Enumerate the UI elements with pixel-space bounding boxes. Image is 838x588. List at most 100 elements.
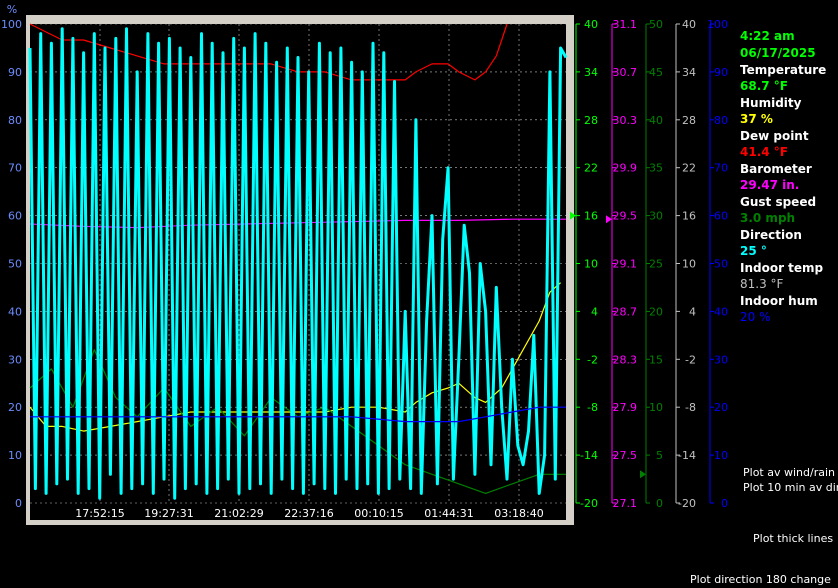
readout-time: 4:22 am	[740, 29, 795, 43]
indoor_temp-tick-label: 16	[682, 210, 696, 223]
temperature-tick-label: 10	[584, 258, 598, 271]
plot-10min-dir-option[interactable]: Plot 10 min av dir	[743, 481, 838, 494]
humidity-value: 37 %	[740, 112, 773, 126]
gust-tick-label: 25	[649, 258, 663, 271]
temperature-tick-label: 16	[584, 210, 598, 223]
direction-value: 25 °	[740, 244, 767, 258]
barometer-current-marker	[606, 215, 612, 224]
barometer-tick-label: 29.5	[613, 210, 638, 223]
plot-av-wind-option[interactable]: Plot av wind/rain	[743, 466, 835, 479]
gust-label: Gust speed	[740, 195, 817, 209]
x-tick-label: 00:10:15	[354, 507, 403, 520]
temperature-value: 68.7 °F	[740, 79, 788, 93]
gust-tick-label: 10	[649, 401, 663, 414]
percent-tick-label: 100	[1, 18, 22, 31]
indoor_hum-tick-label: 90	[714, 66, 728, 79]
gust-current-marker	[640, 470, 646, 479]
indoor-temp-label: Indoor temp	[740, 261, 824, 275]
indoor_temp-tick-label: -20	[678, 497, 696, 510]
indoor_hum-tick-label: 50	[714, 258, 728, 271]
barometer-tick-label: 29.1	[613, 258, 638, 271]
gust-tick-label: 30	[649, 210, 663, 223]
indoor-hum-value: 20 %	[740, 310, 771, 324]
readout-date: 06/17/2025	[740, 46, 816, 60]
barometer-value: 29.47 in.	[740, 178, 800, 192]
percent-tick-label: 40	[8, 305, 22, 318]
direction-label: Direction	[740, 228, 802, 242]
indoor_temp-tick-label: -2	[685, 353, 696, 366]
indoor_temp-tick-label: -14	[678, 449, 696, 462]
indoor_temp-tick-label: 34	[682, 66, 696, 79]
indoor_temp-tick-label: 28	[682, 114, 696, 127]
indoor_hum-tick-label: 100	[707, 18, 728, 31]
indoor_hum-tick-label: 80	[714, 114, 728, 127]
barometer-tick-label: 29.9	[613, 162, 638, 175]
indoor_hum-tick-label: 10	[714, 449, 728, 462]
indoor_hum-tick-label: 40	[714, 305, 728, 318]
percent-tick-label: 0	[15, 497, 22, 510]
indoor_hum-tick-label: 30	[714, 353, 728, 366]
percent-tick-label: 60	[8, 210, 22, 223]
gust-tick-label: 45	[649, 66, 663, 79]
percent-tick-label: 20	[8, 401, 22, 414]
gust-tick-label: 20	[649, 305, 663, 318]
percent-tick-label: 90	[8, 66, 22, 79]
humidity-label: Humidity	[740, 96, 802, 110]
barometer-tick-label: 30.7	[613, 66, 638, 79]
gust-tick-label: 35	[649, 162, 663, 175]
indoor_temp-tick-label: -8	[685, 401, 696, 414]
x-tick-label: 19:27:31	[144, 507, 193, 520]
plot-direction-180-option[interactable]: Plot direction 180 change	[690, 573, 831, 586]
temperature-tick-label: -20	[580, 497, 598, 510]
gust-tick-label: 15	[649, 353, 663, 366]
gust-tick-label: 0	[656, 497, 663, 510]
barometer-tick-label: 28.7	[613, 305, 638, 318]
x-tick-label: 01:44:31	[424, 507, 473, 520]
indoor_hum-tick-label: 0	[721, 497, 728, 510]
percent-tick-label: 10	[8, 449, 22, 462]
barometer-label: Barometer	[740, 162, 812, 176]
percent-unit-label: %	[7, 3, 17, 16]
barometer-tick-label: 31.1	[613, 18, 638, 31]
indoor-temp-value: 81.3 °F	[740, 277, 784, 291]
x-tick-label: 21:02:29	[214, 507, 263, 520]
temperature-tick-label: -8	[587, 401, 598, 414]
barometer-tick-label: 27.9	[613, 401, 638, 414]
gust-tick-label: 5	[656, 449, 663, 462]
x-tick-label: 03:18:40	[494, 507, 543, 520]
gust-tick-label: 50	[649, 18, 663, 31]
percent-tick-label: 50	[8, 258, 22, 271]
x-tick-label: 17:52:15	[75, 507, 124, 520]
chart-svg: 17:52:15 19:27:31 21:02:29 22:37:16 00:10:15…	[1, 3, 728, 525]
indoor_hum-tick-label: 20	[714, 401, 728, 414]
barometer-tick-label: 30.3	[613, 114, 638, 127]
temperature-tick-label: 40	[584, 18, 598, 31]
temperature-tick-label: 22	[584, 162, 598, 175]
gust-tick-label: 40	[649, 114, 663, 127]
indoor_hum-tick-label: 60	[714, 210, 728, 223]
readout-panel: 4:22 am 06/17/2025 Temperature 68.7 °F H…	[740, 28, 836, 326]
indoor_temp-tick-label: 4	[689, 305, 696, 318]
barometer-tick-label: 27.5	[613, 449, 638, 462]
indoor-hum-label: Indoor hum	[740, 294, 818, 308]
gust-value: 3.0 mph	[740, 211, 796, 225]
dewpoint-label: Dew point	[740, 129, 809, 143]
percent-tick-label: 80	[8, 114, 22, 127]
dewpoint-value: 41.4 °F	[740, 145, 788, 159]
indoor_hum-tick-label: 70	[714, 162, 728, 175]
temperature-tick-label: -2	[587, 353, 598, 366]
temperature-tick-label: 28	[584, 114, 598, 127]
percent-tick-label: 30	[8, 353, 22, 366]
x-tick-label: 22:37:16	[284, 507, 333, 520]
indoor_temp-tick-label: 10	[682, 258, 696, 271]
barometer-tick-label: 27.1	[613, 497, 638, 510]
indoor_temp-tick-label: 22	[682, 162, 696, 175]
barometer-tick-label: 28.3	[613, 353, 638, 366]
temperature-label: Temperature	[740, 63, 827, 77]
percent-tick-label: 70	[8, 162, 22, 175]
temperature-tick-label: -14	[580, 449, 598, 462]
indoor_temp-tick-label: 40	[682, 18, 696, 31]
temperature-tick-label: 34	[584, 66, 598, 79]
temperature-tick-label: 4	[591, 305, 598, 318]
plot-thick-lines-option[interactable]: Plot thick lines	[753, 532, 833, 545]
